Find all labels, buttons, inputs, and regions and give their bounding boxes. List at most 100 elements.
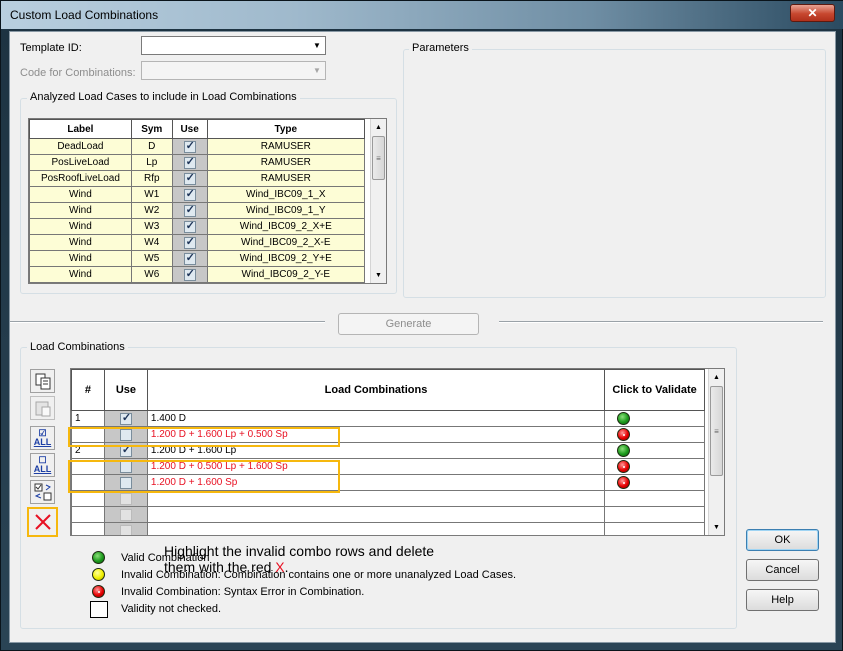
row-type: RAMUSER (206, 170, 366, 187)
analyzed-row[interactable]: WindW4 Wind_IBC09_2_X-E (29, 234, 366, 251)
use-checkbox[interactable] (183, 156, 196, 169)
analyzed-scrollbar[interactable]: ▲ ≡ ▼ (370, 119, 386, 283)
row-label: Wind (29, 266, 132, 283)
ok-button[interactable]: OK (746, 529, 819, 551)
combo-text[interactable]: 1.400 D (146, 410, 606, 427)
analyzed-row[interactable]: DeadLoadD RAMUSER (29, 138, 366, 155)
copy-button[interactable] (30, 369, 55, 393)
syntax-error-status-icon[interactable] (617, 460, 631, 473)
analyzed-row[interactable]: PosRoofLiveLoadRfp RAMUSER (29, 170, 366, 187)
row-sym: W6 (130, 266, 173, 283)
col-load-combinations[interactable]: Load Combinations (146, 369, 606, 411)
row-use-cell (171, 186, 208, 203)
use-checkbox[interactable] (183, 140, 196, 153)
combo-text[interactable] (146, 522, 606, 535)
scroll-thumb[interactable]: ≡ (710, 386, 723, 476)
use-checkbox[interactable] (183, 204, 196, 217)
use-checkbox[interactable] (119, 524, 132, 535)
row-sym: W4 (130, 234, 173, 251)
syntax-error-status-icon[interactable] (617, 428, 631, 441)
code-select[interactable]: ▼ (141, 61, 326, 80)
analyzed-row[interactable]: WindW3 Wind_IBC09_2_X+E (29, 218, 366, 235)
syntax-error-status-icon[interactable] (617, 476, 631, 489)
analyzed-row[interactable]: WindW5 Wind_IBC09_2_Y+E (29, 250, 366, 267)
use-checkbox[interactable] (183, 220, 196, 233)
col-use[interactable]: Use (103, 369, 148, 411)
scroll-thumb[interactable]: ≡ (372, 136, 385, 180)
dialog-window: Custom Load Combinations ✕ Template ID: … (0, 0, 843, 651)
combo-row[interactable] (71, 506, 705, 523)
combo-validate-cell[interactable] (604, 474, 705, 491)
row-type: Wind_IBC09_2_X+E (206, 218, 366, 235)
cancel-button[interactable]: Cancel (746, 559, 819, 581)
combo-validate-cell[interactable] (604, 426, 705, 443)
dialog-client: Template ID: ▼ Code for Combinations: ▼ … (9, 31, 836, 643)
col-label[interactable]: Label (29, 119, 132, 139)
row-sym: W3 (130, 218, 173, 235)
all-label-2: ALL (33, 464, 52, 474)
combo-validate-cell[interactable] (604, 410, 705, 427)
combos-title: Load Combinations (27, 341, 128, 353)
valid-status-icon[interactable] (617, 444, 631, 457)
combo-row[interactable] (71, 522, 705, 535)
col-click-to-validate[interactable]: Click to Validate (604, 369, 705, 411)
analyzed-group-title: Analyzed Load Cases to include in Load C… (27, 91, 300, 103)
row-sym: Rfp (130, 170, 173, 187)
syntax-error-legend-icon (92, 585, 105, 598)
uncheck-all-button[interactable]: ☐ ALL (30, 453, 55, 477)
help-button[interactable]: Help (746, 589, 819, 611)
col-use[interactable]: Use (171, 119, 208, 139)
row-use-cell (171, 154, 208, 171)
row-sym: Lp (130, 154, 173, 171)
chevron-down-icon[interactable]: ▼ (309, 37, 325, 54)
toggle-use-button[interactable] (30, 480, 55, 504)
analyzed-row[interactable]: PosLiveLoadLp RAMUSER (29, 154, 366, 171)
combo-validate-cell[interactable] (604, 490, 705, 507)
col-number[interactable]: # (71, 369, 105, 411)
analyzed-row[interactable]: WindW2 Wind_IBC09_1_Y (29, 202, 366, 219)
row-use-cell (171, 266, 208, 283)
use-checkbox[interactable] (119, 492, 132, 505)
paste-icon (35, 401, 50, 417)
use-checkbox[interactable] (183, 252, 196, 265)
row-sym: W1 (130, 186, 173, 203)
combo-validate-cell[interactable] (604, 442, 705, 459)
code-label: Code for Combinations: (20, 67, 136, 79)
combo-number (71, 506, 105, 523)
close-button[interactable]: ✕ (790, 4, 835, 22)
combo-validate-cell[interactable] (604, 506, 705, 523)
scroll-up-icon[interactable]: ▲ (709, 369, 724, 385)
row-use-cell (171, 234, 208, 251)
use-checkbox[interactable] (119, 412, 132, 425)
combo-row[interactable]: 1 1.400 D (71, 410, 705, 427)
check-all-button[interactable]: ☑ ALL (30, 426, 55, 450)
valid-status-icon[interactable] (617, 412, 631, 425)
generate-button[interactable]: Generate (338, 313, 479, 335)
template-id-select[interactable]: ▼ (141, 36, 326, 55)
row-use-cell (171, 218, 208, 235)
highlight-box-2 (68, 460, 340, 493)
combos-scrollbar[interactable]: ▲ ≡ ▼ (708, 369, 724, 535)
combo-text[interactable] (146, 506, 606, 523)
chevron-down-icon[interactable]: ▼ (309, 62, 325, 79)
col-sym[interactable]: Sym (130, 119, 173, 139)
scroll-down-icon[interactable]: ▼ (371, 267, 386, 283)
use-checkbox[interactable] (119, 508, 132, 521)
combo-use-cell (103, 410, 148, 427)
use-checkbox[interactable] (183, 172, 196, 185)
use-checkbox[interactable] (183, 236, 196, 249)
combo-validate-cell[interactable] (604, 522, 705, 535)
row-type: RAMUSER (206, 138, 366, 155)
row-type: Wind_IBC09_1_Y (206, 202, 366, 219)
analyzed-row[interactable]: WindW1 Wind_IBC09_1_X (29, 186, 366, 203)
combo-validate-cell[interactable] (604, 458, 705, 475)
scroll-down-icon[interactable]: ▼ (709, 519, 724, 535)
row-use-cell (171, 202, 208, 219)
scroll-up-icon[interactable]: ▲ (371, 119, 386, 135)
col-type[interactable]: Type (206, 119, 366, 139)
use-checkbox[interactable] (183, 268, 196, 281)
use-checkbox[interactable] (183, 188, 196, 201)
delete-button[interactable] (27, 507, 58, 537)
paste-button[interactable] (30, 396, 55, 420)
analyzed-row[interactable]: WindW6 Wind_IBC09_2_Y-E (29, 266, 366, 283)
